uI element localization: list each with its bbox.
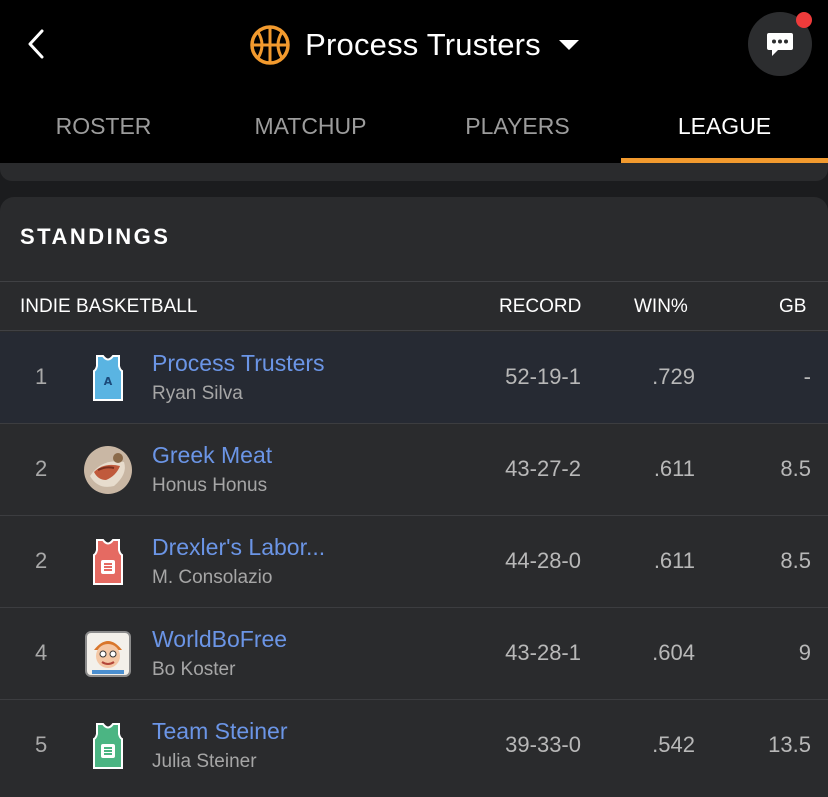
table-row[interactable]: 2 Drexler's Labor... M. Consolazio 44-28… xyxy=(0,516,828,608)
tab-players[interactable]: PLAYERS xyxy=(414,96,621,163)
games-behind: 8.5 xyxy=(780,456,811,481)
svg-text:A: A xyxy=(104,375,113,388)
team-name-link[interactable]: Drexler's Labor... xyxy=(152,534,325,561)
win-percentage: .729 xyxy=(652,364,695,389)
games-behind: 8.5 xyxy=(780,548,811,573)
record: 52-19-1 xyxy=(505,364,581,389)
winpct-column-header: WIN% xyxy=(634,296,688,317)
rank: 2 xyxy=(35,456,48,481)
rank: 1 xyxy=(35,364,48,389)
owner-name: Ryan Silva xyxy=(152,383,243,404)
record: 44-28-0 xyxy=(505,548,581,573)
rank: 2 xyxy=(35,548,48,573)
rank: 5 xyxy=(35,732,48,757)
standings-card: STANDINGS INDIE BASKETBALL RECORD WIN% G… xyxy=(0,197,828,797)
table-row[interactable]: 5 Team Steiner Julia Steiner 39-33-0 .54… xyxy=(0,700,828,792)
tab-matchup[interactable]: MATCHUP xyxy=(207,96,414,163)
previous-card-edge xyxy=(0,163,828,181)
win-percentage: .604 xyxy=(652,640,695,665)
standings-header-row: INDIE BASKETBALL RECORD WIN% GB xyxy=(0,281,828,331)
jersey-green-icon xyxy=(93,723,123,769)
gb-column-header: GB xyxy=(779,296,807,317)
owner-name: Julia Steiner xyxy=(152,751,257,772)
team-name-link[interactable]: Process Trusters xyxy=(152,350,325,377)
win-percentage: .611 xyxy=(653,456,695,481)
team-name-link[interactable]: Greek Meat xyxy=(152,442,272,469)
team-selector[interactable]: Process Trusters xyxy=(0,22,828,68)
food-photo-avatar xyxy=(84,446,132,494)
team-name-link[interactable]: WorldBoFree xyxy=(152,626,287,653)
win-percentage: .542 xyxy=(652,732,695,757)
chevron-down-icon xyxy=(558,40,579,50)
owner-name: M. Consolazio xyxy=(152,567,273,588)
cartoon-face-avatar xyxy=(85,631,131,677)
record: 43-27-2 xyxy=(505,456,581,481)
owner-name: Honus Honus xyxy=(152,475,268,496)
chat-bubble-icon xyxy=(767,33,793,56)
games-behind: 9 xyxy=(798,640,811,665)
games-behind: - xyxy=(803,364,811,389)
notification-dot xyxy=(796,12,812,28)
tab-roster[interactable]: ROSTER xyxy=(0,96,207,163)
league-name: INDIE BASKETBALL xyxy=(20,296,198,317)
standings-title: STANDINGS xyxy=(20,224,171,249)
team-name-link[interactable]: Team Steiner xyxy=(152,718,288,745)
basketball-icon xyxy=(250,25,290,65)
win-percentage: .611 xyxy=(653,548,695,573)
team-title: Process Trusters xyxy=(305,27,541,62)
table-row[interactable]: 2 Greek Meat Honus Honus 43-27-2 .611 8.… xyxy=(0,424,828,516)
table-row[interactable]: 4 WorldBoFree Bo Koster 43-28-1 .604 9 xyxy=(0,608,828,700)
record-column-header: RECORD xyxy=(499,296,582,317)
games-behind: 13.5 xyxy=(768,732,811,757)
jersey-blue-icon: A xyxy=(93,355,123,401)
record: 43-28-1 xyxy=(505,640,581,665)
rank: 4 xyxy=(35,640,48,665)
table-row[interactable]: 1 A Process Trusters Ryan Silva 52-19-1 … xyxy=(0,332,828,424)
record: 39-33-0 xyxy=(505,732,581,757)
jersey-red-icon xyxy=(93,539,123,585)
tab-league[interactable]: LEAGUE xyxy=(621,96,828,163)
top-header: Process Trusters ROSTER MATCHUP PLAYERS … xyxy=(0,0,828,163)
tab-bar: ROSTER MATCHUP PLAYERS LEAGUE xyxy=(0,96,828,163)
owner-name: Bo Koster xyxy=(152,659,236,680)
